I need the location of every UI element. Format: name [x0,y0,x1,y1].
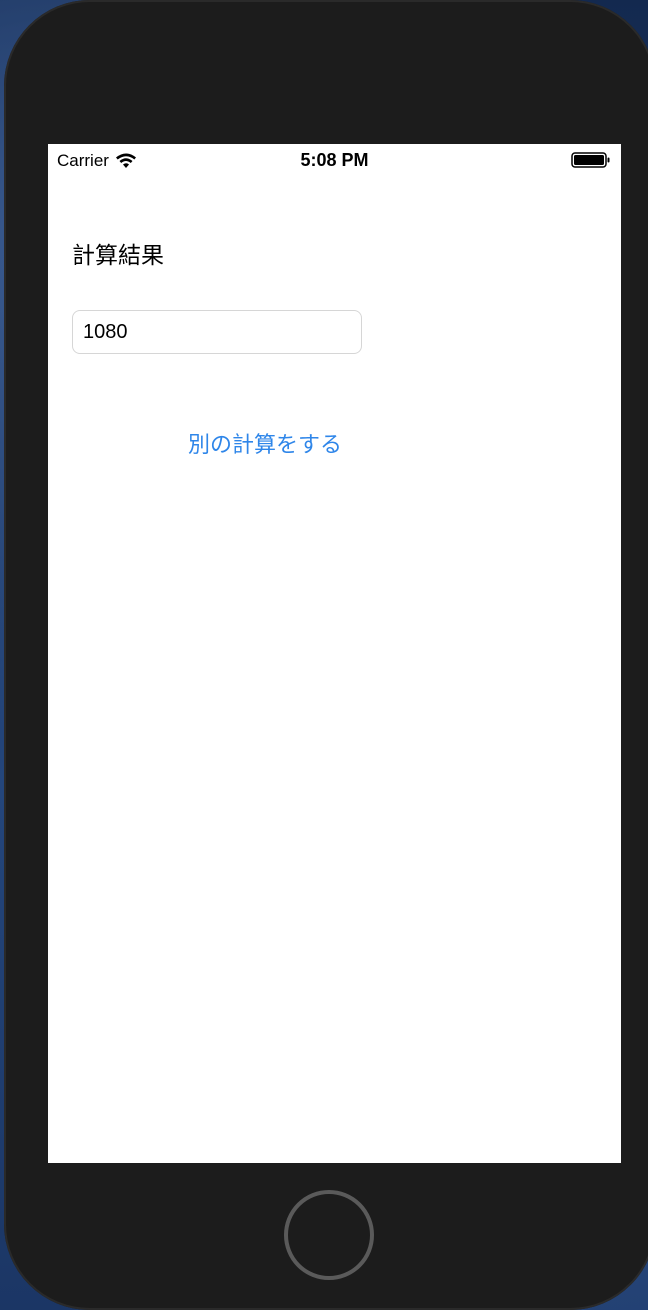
result-title: 計算結果 [72,242,164,268]
app-screen: Carrier 5:08 PM 計算結果 別の計算をする [48,144,621,1163]
recalculate-button[interactable]: 別の計算をする [188,426,398,460]
battery-icon [571,152,610,168]
status-time: 5:08 PM [300,150,369,170]
iphone-device-frame: Carrier 5:08 PM 計算結果 別の計算をする [4,0,648,1310]
status-bar: Carrier 5:08 PM [48,144,621,176]
home-button[interactable] [284,1190,374,1280]
result-value-field[interactable] [72,310,362,354]
